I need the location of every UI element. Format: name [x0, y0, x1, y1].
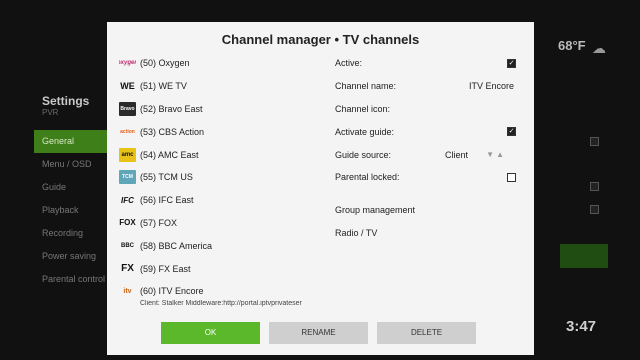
channel-item[interactable]: action (53) CBS Action [119, 120, 319, 143]
channel-label: (52) Bravo East [140, 103, 203, 114]
channel-manager-dialog: Channel manager • TV channels oxygen (50… [107, 22, 534, 355]
channel-name-setting[interactable]: Channel name: ITV Encore [335, 75, 520, 98]
channel-item[interactable]: TCM (55) TCM US [119, 166, 319, 189]
parental-locked-label: Parental locked: [335, 172, 400, 183]
fx-logo-icon: FX [121, 263, 134, 275]
cloud-icon: ☁ [592, 40, 606, 56]
delete-button[interactable]: DELETE [377, 322, 476, 344]
dialog-buttons: OK RENAME DELETE [161, 322, 476, 344]
bbc-america-logo-icon: BBC [121, 242, 134, 249]
active-checkbox[interactable]: ✓ [507, 58, 516, 68]
settings-menu: General Menu / OSD Guide Playback Record… [34, 130, 108, 291]
channel-item[interactable]: WE (51) WE TV [119, 75, 319, 98]
activate-guide-checkbox[interactable]: ✓ [507, 127, 516, 137]
settings-subtitle: PVR [42, 108, 59, 117]
channel-list: oxygen (50) Oxygen WE (51) WE TV Bravo (… [119, 52, 319, 303]
parental-locked-checkbox[interactable] [507, 172, 516, 182]
bravo-logo-icon: Bravo [119, 101, 136, 116]
active-label: Active: [335, 58, 363, 69]
group-management-label: Group management [335, 205, 416, 216]
channel-label: (51) WE TV [140, 81, 187, 92]
channel-item[interactable]: FOX (57) FOX [119, 212, 319, 235]
channel-icon-setting[interactable]: Channel icon: [335, 98, 520, 121]
channel-label: (50) Oxygen [140, 58, 190, 69]
channel-name-value: ITV Encore [468, 81, 514, 92]
radio-tv-item[interactable]: Radio / TV [335, 222, 520, 245]
channel-label: (58) BBC America [140, 240, 213, 251]
radio-tv-label: Radio / TV [335, 227, 378, 238]
dialog-title: Channel manager • TV channels [221, 32, 420, 47]
channel-item[interactable]: FX (59) FX East [119, 257, 319, 280]
ifc-logo-icon: IFC [121, 195, 134, 205]
parental-locked-setting[interactable]: Parental locked: [335, 166, 520, 189]
client-info: Client: Stalker Middleware:http://portal… [140, 300, 302, 307]
channel-label: (57) FOX [140, 217, 178, 228]
ok-button[interactable]: OK [161, 322, 260, 344]
bg-checkbox [590, 182, 599, 191]
channel-label: (60) ITV Encore [140, 286, 204, 297]
channel-label: (53) CBS Action [140, 126, 205, 137]
cbs-action-logo-icon: action [120, 128, 135, 135]
channel-item[interactable]: Bravo (52) Bravo East [119, 98, 319, 121]
weather-temperature: 68°F [558, 38, 586, 53]
channel-label: (59) FX East [140, 263, 191, 274]
itv-logo-icon: itv [123, 287, 132, 295]
chevron-down-up-icon[interactable]: ▼▲ [486, 150, 506, 159]
activate-guide-label: Activate guide: [335, 126, 395, 137]
channel-label: (54) AMC East [140, 149, 199, 160]
settings-menu-item-power-saving[interactable]: Power saving [34, 245, 108, 268]
amc-logo-icon: amc [119, 147, 136, 162]
settings-menu-item-general[interactable]: General [34, 130, 108, 153]
settings-menu-item-recording[interactable]: Recording [34, 222, 108, 245]
we-tv-logo-icon: WE [120, 81, 135, 92]
channel-label: (56) IFC East [140, 195, 194, 206]
settings-menu-item-playback[interactable]: Playback [34, 199, 108, 222]
channel-label: (55) TCM US [140, 172, 193, 183]
channel-properties: Active: ✓ Channel name: ITV Encore Chann… [335, 52, 520, 244]
channel-name-label: Channel name: [335, 81, 397, 92]
guide-source-value: Client [444, 149, 468, 160]
rename-button[interactable]: RENAME [269, 322, 368, 344]
guide-source-label: Guide source: [335, 149, 392, 160]
settings-title: Settings [42, 94, 90, 108]
settings-menu-item-parental-control[interactable]: Parental control [34, 268, 108, 291]
bg-checkbox [590, 205, 599, 214]
clock: 3:47 [566, 318, 597, 335]
active-setting[interactable]: Active: ✓ [335, 52, 520, 75]
guide-source-setting[interactable]: Guide source: Client ▼▲ [335, 143, 520, 166]
settings-menu-item-guide[interactable]: Guide [34, 176, 108, 199]
fox-logo-icon: FOX [119, 218, 136, 228]
channel-item[interactable]: amc (54) AMC East [119, 143, 319, 166]
channel-item[interactable]: BBC (58) BBC America [119, 234, 319, 257]
channel-item[interactable]: oxygen (50) Oxygen [119, 52, 319, 75]
tcm-logo-icon: TCM [119, 170, 136, 185]
settings-menu-item-menu-osd[interactable]: Menu / OSD [34, 153, 108, 176]
bg-checkbox [590, 137, 599, 146]
group-management-item[interactable]: Group management [335, 199, 520, 222]
bg-selection-bar [560, 244, 608, 268]
channel-icon-label: Channel icon: [335, 103, 391, 114]
activate-guide-setting[interactable]: Activate guide: ✓ [335, 120, 520, 143]
channel-item[interactable]: IFC (56) IFC East [119, 189, 319, 212]
oxygen-logo-icon: oxygen [119, 60, 136, 67]
